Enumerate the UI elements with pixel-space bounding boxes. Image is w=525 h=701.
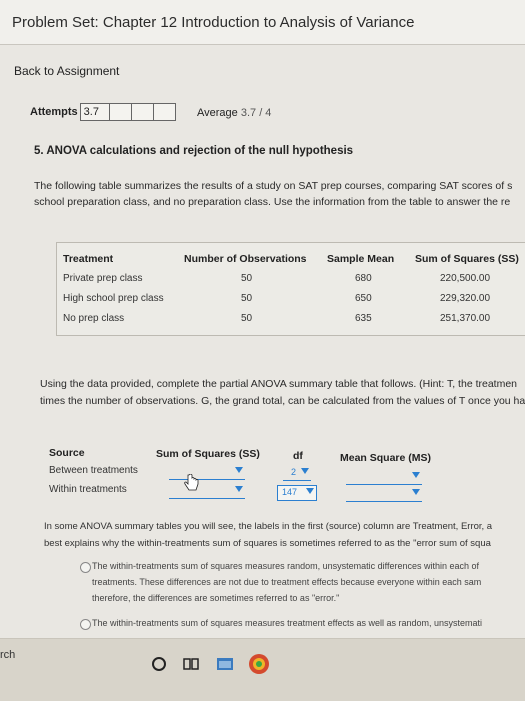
attempt-slot-4 (153, 103, 176, 121)
row-3-treatment: No prep class (63, 313, 125, 324)
row-3-n: 50 (241, 313, 253, 324)
problem-set-page: Problem Set: Chapter 12 Introduction to … (0, 0, 525, 638)
option-2-text: The within-treatments sum of squares mea… (92, 615, 482, 631)
average-value: 3.7 / 4 (240, 107, 272, 119)
chevron-down-icon (301, 468, 309, 474)
df-between-dropdown[interactable]: 2 (283, 466, 311, 481)
row-1-n: 50 (241, 273, 253, 284)
anova-instructions: Using the data provided, complete the pa… (40, 376, 525, 410)
hand-cursor-icon (184, 474, 199, 491)
ms-between-dropdown[interactable] (346, 470, 422, 485)
attempt-slot-2 (109, 103, 132, 121)
ms-within-dropdown[interactable] (346, 487, 422, 502)
row-1-ss: 220,500.00 (440, 273, 491, 284)
attempt-slot-3 (131, 103, 154, 121)
row-2-ss: 229,320.00 (440, 293, 491, 304)
row-2-treatment: High school prep class (63, 293, 164, 304)
page-title: Problem Set: Chapter 12 Introduction to … (12, 14, 415, 31)
followup-question: In some ANOVA summary tables you will se… (44, 518, 525, 552)
chevron-down-icon (235, 467, 243, 473)
option-1-line-3: therefore, the differences are sometimes… (92, 593, 340, 603)
average-score: Average 3.7 / 4 (197, 107, 271, 119)
anova-header-ms: Mean Square (MS) (340, 452, 432, 464)
row-2-mean: 650 (355, 293, 372, 304)
anova-header-df: df (293, 450, 303, 462)
instructions-line-1: Using the data provided, complete the pa… (40, 378, 518, 390)
df-within-value: 147 (282, 487, 298, 497)
question-title: 5. ANOVA calculations and rejection of t… (34, 145, 354, 157)
row-2-n: 50 (241, 293, 253, 304)
option-1-radio[interactable] (80, 562, 91, 573)
attempts-label: Attempts (30, 106, 78, 118)
attempt-slot-1: 3.7 (79, 103, 110, 121)
average-label: Average (197, 107, 238, 119)
attempts-widget: Attempts 3.7 (30, 103, 176, 121)
app-icon[interactable] (248, 653, 270, 675)
task-view-icon[interactable] (182, 655, 200, 673)
back-to-assignment-link[interactable]: Back to Assignment (14, 64, 119, 78)
intro-line-2: school preparation class, and no prepara… (34, 196, 511, 208)
ss-between-dropdown[interactable] (169, 465, 245, 480)
header-sum-of-squares: Sum of Squares (SS) (415, 253, 519, 265)
row-3-ss: 251,370.00 (440, 313, 491, 324)
followup-line-1: In some ANOVA summary tables you will se… (44, 521, 493, 532)
summary-table: Treatment Number of Observations Sample … (56, 242, 525, 336)
df-within-dropdown[interactable]: 147 (277, 485, 317, 501)
header-observations: Number of Observations (184, 253, 307, 265)
followup-line-2: best explains why the within-treatments … (44, 538, 491, 549)
instructions-line-2: times the number of observations. G, the… (40, 395, 525, 407)
header-treatment: Treatment (63, 253, 114, 265)
taskbar: rch (0, 638, 525, 701)
anova-header-source: Source (49, 447, 85, 459)
row-3-mean: 635 (355, 313, 372, 324)
photos-icon[interactable] (216, 655, 234, 673)
intro-line-1: The following table summarizes the resul… (34, 180, 513, 192)
title-bar: Problem Set: Chapter 12 Introduction to … (0, 0, 525, 45)
chevron-down-icon (412, 489, 420, 495)
option-1-text: The within-treatments sum of squares mea… (92, 558, 481, 606)
chevron-down-icon (306, 488, 314, 494)
question-intro: The following table summarizes the resul… (34, 178, 525, 210)
chevron-down-icon (235, 486, 243, 492)
option-2-line-1: The within-treatments sum of squares mea… (92, 618, 482, 628)
anova-header-ss: Sum of Squares (SS) (156, 448, 260, 460)
anova-row-between: Between treatments (49, 465, 138, 476)
row-1-treatment: Private prep class (63, 273, 143, 284)
ss-within-dropdown[interactable] (169, 484, 245, 499)
option-2-radio[interactable] (80, 619, 91, 630)
cortana-icon[interactable] (150, 655, 168, 673)
chevron-down-icon (412, 472, 420, 478)
df-between-value: 2 (291, 467, 297, 477)
header-sample-mean: Sample Mean (327, 253, 395, 265)
anova-row-within: Within treatments (49, 484, 127, 495)
option-1-line-1: The within-treatments sum of squares mea… (92, 561, 480, 571)
option-1-line-2: treatments. These differences are not du… (92, 577, 482, 587)
taskbar-search-fragment[interactable]: rch (0, 649, 15, 661)
row-1-mean: 680 (355, 273, 372, 284)
